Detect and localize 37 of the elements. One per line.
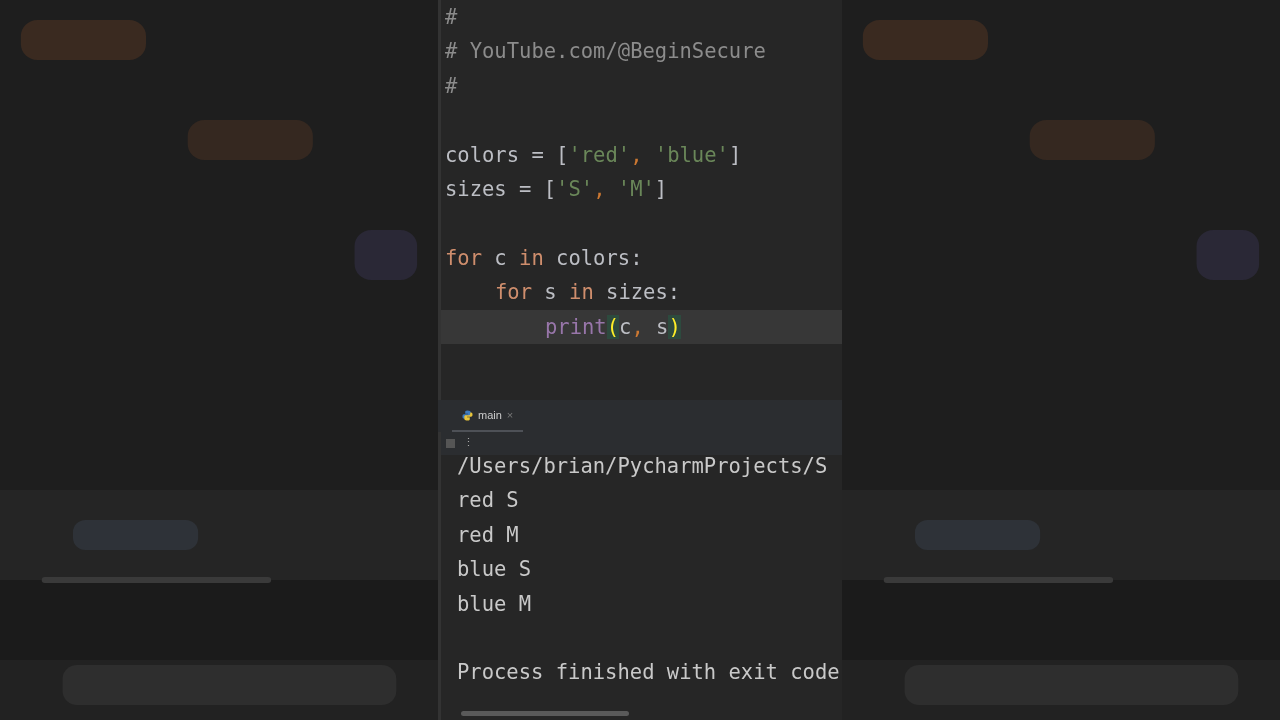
code-punctuation: , <box>630 142 644 167</box>
exit-message: Process finished with exit code <box>457 659 841 687</box>
bracket: ) <box>668 314 681 339</box>
keyword: in <box>569 280 594 305</box>
code-punctuation: , <box>593 176 607 201</box>
code-text: ] <box>728 142 742 167</box>
code-comment: # <box>445 5 458 29</box>
output-line: red S <box>457 487 520 515</box>
code-text: s <box>543 280 558 305</box>
more-options-button[interactable]: ⋮ <box>463 435 474 452</box>
string-literal: 'red' <box>568 142 631 167</box>
code-text: ] <box>654 176 668 201</box>
output-line: blue M <box>457 590 533 618</box>
string-literal: 'M' <box>617 176 655 201</box>
string-literal: 'S' <box>556 176 594 201</box>
code-text: sizes = [ <box>445 176 557 201</box>
keyword: for <box>495 280 533 305</box>
output-line: red M <box>457 521 520 549</box>
code-text: s <box>656 314 669 339</box>
code-text: colors: <box>555 245 643 270</box>
keyword: for <box>445 245 483 270</box>
keyword: in <box>519 245 544 270</box>
bracket: ( <box>606 314 620 339</box>
code-comment: # <box>445 73 458 98</box>
code-text: sizes: <box>605 280 681 305</box>
code-text: colors = [ <box>445 142 569 167</box>
output-line: /Users/brian/PycharmProjects/S <box>457 455 829 480</box>
string-literal: 'blue' <box>654 142 729 167</box>
code-text: c <box>493 245 508 270</box>
code-text: c <box>619 314 632 339</box>
code-comment: # YouTube.com/@BeginSecure <box>445 39 766 64</box>
scrollbar[interactable] <box>461 711 629 716</box>
python-icon <box>462 409 473 421</box>
stop-icon[interactable] <box>446 439 455 448</box>
output-line: blue S <box>457 556 533 584</box>
code-punctuation: , <box>631 314 645 339</box>
function-name: print <box>545 314 607 339</box>
